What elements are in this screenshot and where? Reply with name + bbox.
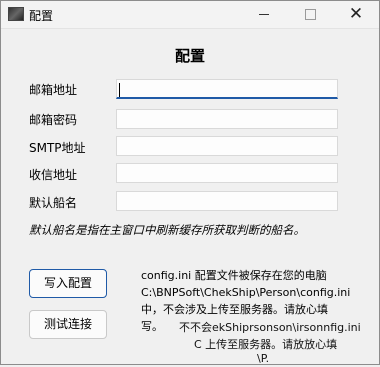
default-ship-name-label: 默认船名 — [29, 196, 78, 210]
email-address-label: 邮箱地址 — [29, 83, 78, 97]
form-heading: 配置 — [174, 47, 205, 65]
info-ghost-line-1: 不不会ekShiprsonson\irsonnfig.ini — [179, 321, 361, 334]
maximize-icon[interactable] — [287, 1, 333, 28]
info-line-2: C:\BNPSoft\ChekShip\Person\config.ini — [141, 286, 351, 299]
info-line-1: config.ini 配置文件被保存在您的电脑 — [141, 269, 327, 282]
info-line-3: 中，不会涉及上传至服务器。请放心填 — [141, 303, 328, 316]
recipient-address-input[interactable] — [116, 163, 338, 183]
default-ship-name-input[interactable] — [116, 191, 338, 211]
minimize-icon[interactable] — [241, 1, 287, 28]
smtp-address-input[interactable] — [116, 136, 338, 156]
text-caret — [119, 83, 120, 97]
title-bar[interactable]: 配置 ✕ — [1, 1, 379, 29]
config-window: 配置 ✕ 配置 邮箱地址 邮箱密码 SMTP地址 收信地址 默认船名 默认船名是… — [0, 0, 380, 365]
window-title: 配置 — [29, 9, 54, 23]
smtp-address-label: SMTP地址 — [29, 141, 86, 155]
email-password-input[interactable] — [116, 109, 338, 129]
ship-name-note: 默认船名是指在主窗口中刷新缓存所获取判断的船名。 — [29, 223, 305, 237]
close-icon[interactable]: ✕ — [333, 1, 379, 28]
email-address-input[interactable] — [116, 79, 338, 99]
write-config-button[interactable]: 写入配置 — [29, 269, 107, 298]
app-icon — [8, 7, 24, 21]
email-password-label: 邮箱密码 — [29, 113, 78, 127]
recipient-address-label: 收信地址 — [29, 168, 78, 182]
test-connection-button[interactable]: 测试连接 — [29, 310, 107, 339]
